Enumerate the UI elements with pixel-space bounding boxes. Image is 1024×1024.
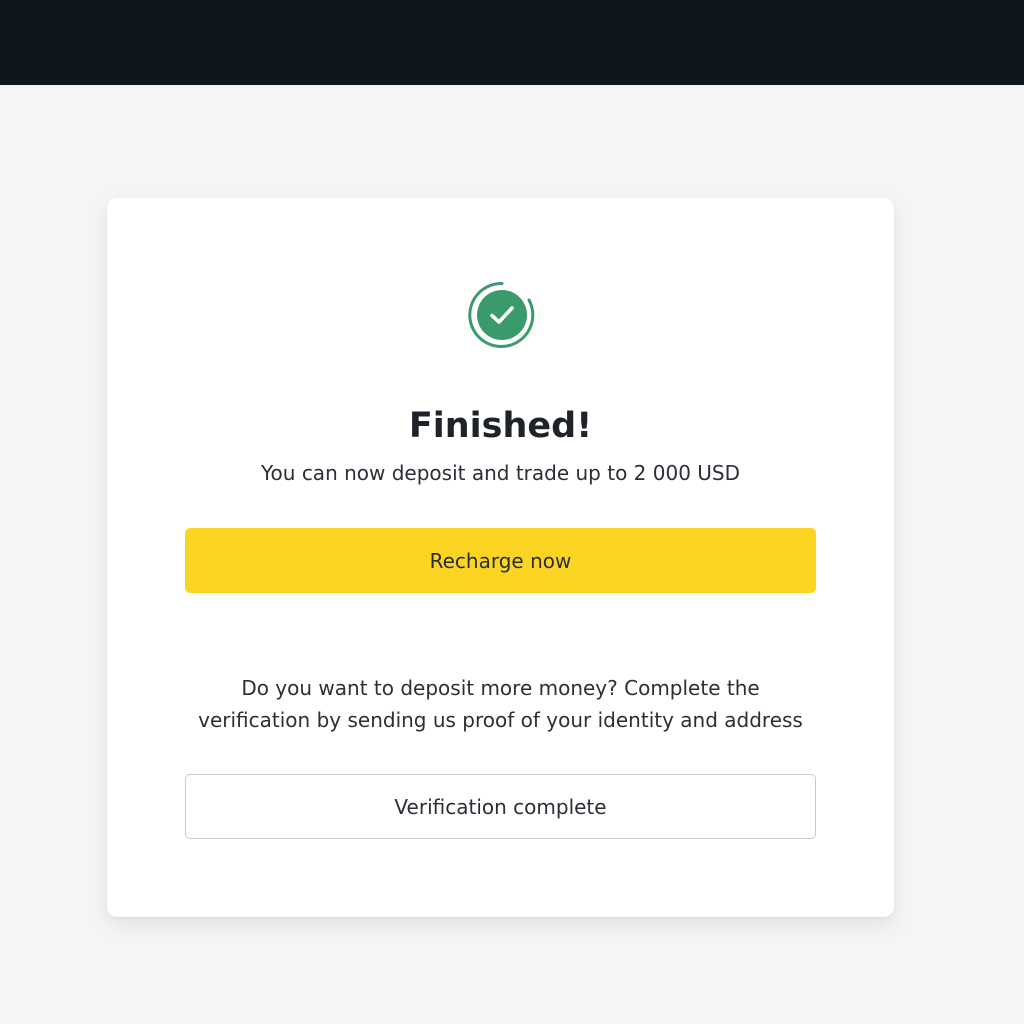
verification-complete-button[interactable]: Verification complete bbox=[185, 774, 816, 839]
check-circle-icon bbox=[468, 281, 535, 348]
deposit-limit-text: You can now deposit and trade up to 2 00… bbox=[260, 461, 741, 485]
page-title: Finished! bbox=[408, 406, 593, 446]
verification-note-line: Do you want to deposit more money? Compl… bbox=[241, 676, 760, 700]
top-navigation-bar bbox=[0, 0, 1024, 85]
success-card: Finished! You can now deposit and trade … bbox=[107, 198, 894, 917]
verification-note-line: verification by sending us proof of your… bbox=[198, 708, 803, 732]
recharge-now-button[interactable]: Recharge now bbox=[185, 528, 816, 593]
verification-note: Do you want to deposit more money? Compl… bbox=[147, 672, 854, 736]
